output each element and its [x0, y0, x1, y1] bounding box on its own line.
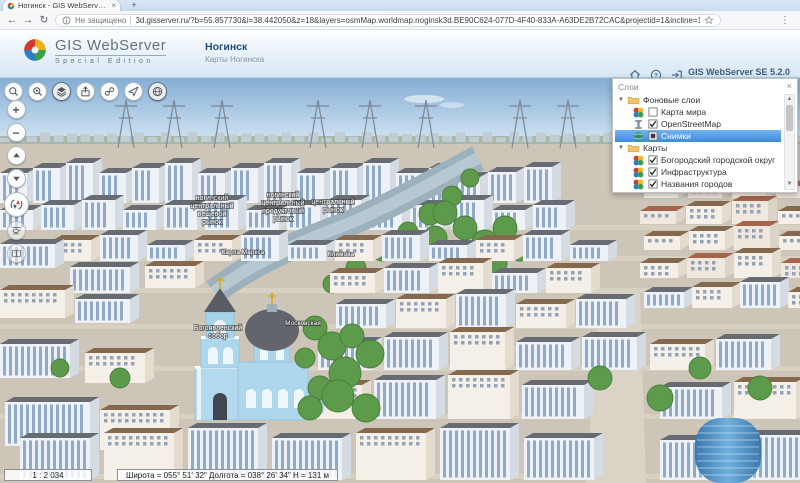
favicon — [7, 2, 15, 10]
info-icon[interactable] — [62, 16, 71, 25]
browser-tab[interactable]: Ногинск - GIS WebServer SE 5.2 × — [3, 0, 120, 11]
scroll-down-icon[interactable]: ▼ — [785, 180, 794, 189]
link-icon — [103, 85, 116, 98]
expander-icon[interactable]: ▼ — [618, 145, 624, 151]
map-vertical-controls: +− — [3, 100, 29, 263]
divider — [130, 16, 131, 25]
search-button[interactable] — [4, 82, 23, 101]
app-header: GIS WebServer Special Edition Ногинск Ка… — [0, 30, 800, 78]
layer-checkbox[interactable] — [648, 131, 658, 141]
layer-checkbox[interactable] — [648, 155, 658, 165]
forward-icon[interactable]: → — [20, 14, 36, 26]
browser-window: Ногинск - GIS WebServer SE 5.2 × + ← → ↻… — [0, 0, 800, 483]
map-label: Московская — [285, 320, 321, 327]
reload-icon[interactable]: ↻ — [36, 14, 52, 26]
zoom-in-button[interactable]: + — [7, 100, 26, 119]
export-icon — [79, 85, 92, 98]
layers-panel-header: Слои × — [613, 79, 797, 92]
layer-item-label: Названия городов — [661, 179, 732, 189]
layer-checkbox[interactable] — [648, 179, 658, 189]
map-label: Климова — [328, 251, 355, 258]
layer-group-label: Карты — [643, 143, 667, 153]
helicopter-icon — [10, 224, 23, 237]
app-title: GIS WebServer — [55, 37, 166, 54]
divider — [55, 55, 166, 56]
new-tab-button[interactable]: + — [126, 1, 142, 10]
address-bar[interactable]: Не защищено 3d.gisserver.ru/?b=55.857730… — [55, 14, 721, 27]
app-subtitle: Special Edition — [55, 58, 166, 65]
search-icon — [7, 85, 20, 98]
book-icon — [10, 247, 23, 260]
version-label: GIS WebServer SE 5.2.0 — [688, 67, 790, 77]
tilt-up-icon — [10, 149, 23, 162]
layer-item[interactable]: OpenStreetMap — [615, 118, 781, 130]
layer-checkbox[interactable] — [648, 107, 658, 117]
compass-button[interactable] — [4, 192, 29, 217]
book-button[interactable] — [7, 244, 26, 263]
globe-3d-icon — [151, 85, 164, 98]
url-text[interactable]: 3d.gisserver.ru/?b=55.857730&l=38.442050… — [135, 16, 700, 25]
browser-menu-icon[interactable]: ⋮ — [780, 15, 790, 26]
map-label: Карла Маркса — [222, 249, 265, 256]
layer-item-label: OpenStreetMap — [661, 119, 721, 129]
globe-3d-button[interactable] — [148, 82, 167, 101]
layer-group-label: Фоновые слои — [643, 95, 700, 105]
layer-item[interactable]: Инфраструктура — [615, 166, 781, 178]
layer-item-label: Богородский городской округ — [661, 155, 775, 165]
layer-item[interactable]: Карта мира — [615, 106, 781, 118]
send-button[interactable] — [124, 82, 143, 101]
site-block: Ногинск Карты Ногинска — [205, 41, 264, 64]
helicopter-button[interactable] — [7, 221, 26, 240]
layers-panel-title: Слои — [618, 82, 787, 92]
tab-close-icon[interactable]: × — [111, 2, 116, 10]
not-secure-label: Не защищено — [75, 16, 126, 25]
layers-panel: Слои × ▼ Фоновые слои Карта мира OpenStreet… — [612, 78, 798, 193]
layer-group[interactable]: ▼ Карты — [615, 142, 781, 154]
zoom-search-icon — [31, 85, 44, 98]
layers-button[interactable] — [52, 82, 71, 101]
zoom-out-button[interactable]: − — [7, 123, 26, 142]
layer-checkbox[interactable] — [648, 119, 658, 129]
page-title: Ногинск — [205, 41, 264, 53]
layer-checkbox[interactable] — [648, 167, 658, 177]
layer-item[interactable]: Названия городов — [615, 178, 781, 190]
gis-logo-icon — [22, 37, 48, 63]
tab-strip: Ногинск - GIS WebServer SE 5.2 × + — [0, 0, 800, 11]
tilt-down-button[interactable] — [7, 169, 26, 188]
layers-scrollbar[interactable]: ▲ ▼ — [784, 94, 795, 190]
bookmark-star-icon[interactable] — [704, 15, 714, 25]
scroll-up-icon[interactable]: ▲ — [785, 95, 794, 104]
expander-icon[interactable]: ▼ — [618, 97, 624, 103]
layer-item-label: Инфраструктура — [661, 167, 727, 177]
coordinates-indicator: Широта = 055° 51' 32" Долгота = 038° 26'… — [117, 469, 338, 481]
layer-item-label: Снимки — [661, 131, 691, 141]
export-button[interactable] — [76, 82, 95, 101]
app-logo: GIS WebServer Special Edition — [22, 37, 166, 65]
layer-item-label: Карта мира — [661, 107, 706, 117]
map-toolbar — [4, 82, 167, 101]
back-icon[interactable]: ← — [4, 14, 20, 26]
tilt-up-button[interactable] — [7, 146, 26, 165]
scale-indicator: 1 : 2 034 — [4, 469, 92, 481]
layer-item[interactable]: Богородский городской округ — [615, 154, 781, 166]
close-icon[interactable]: × — [787, 82, 792, 91]
layers-icon — [55, 85, 68, 98]
gis-icon — [632, 178, 645, 191]
zoom-search-button[interactable] — [28, 82, 47, 101]
link-button[interactable] — [100, 82, 119, 101]
scroll-thumb[interactable] — [786, 105, 793, 131]
send-icon — [127, 85, 140, 98]
tab-title: Ногинск - GIS WebServer SE 5.2 — [18, 1, 108, 10]
browser-toolbar: ← → ↻ Не защищено 3d.gisserver.ru/?b=55.… — [0, 11, 800, 30]
compass-icon — [8, 196, 25, 213]
layer-group[interactable]: ▼ Фоновые слои — [615, 94, 781, 106]
layers-tree: ▼ Фоновые слои Карта мира OpenStreetMap Сним… — [615, 94, 781, 190]
layer-item[interactable]: Снимки — [615, 130, 781, 142]
tilt-down-icon — [10, 172, 23, 185]
page-subtitle: Карты Ногинска — [205, 55, 264, 64]
